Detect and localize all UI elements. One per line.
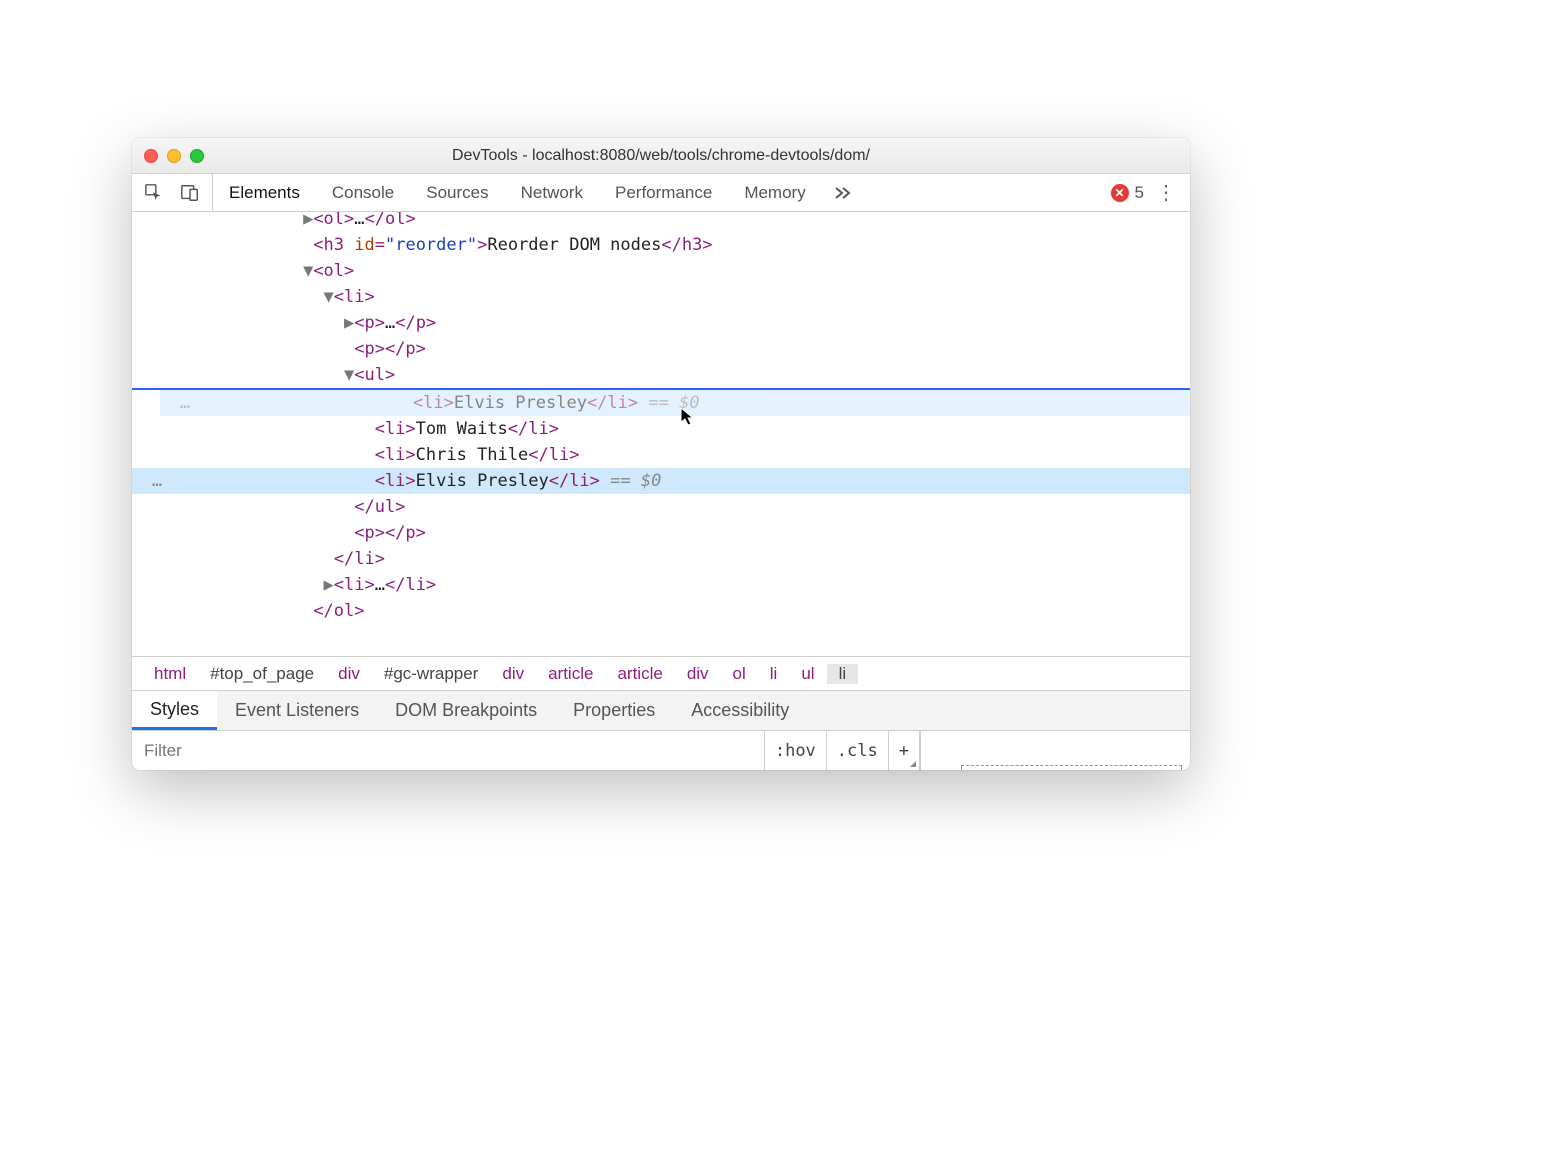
dom-row-selected[interactable]: … <li>Elvis Presley</li> == $0 xyxy=(132,468,1190,494)
panel-tabs: Elements Console Sources Network Perform… xyxy=(213,174,1097,211)
dom-row[interactable]: <p></p> xyxy=(132,520,1190,546)
minimize-window-button[interactable] xyxy=(167,149,181,163)
dom-row[interactable]: ▶<ol>…</ol> xyxy=(132,212,1190,232)
dom-row[interactable]: <li>Chris Thile</li> xyxy=(132,442,1190,468)
dom-row[interactable]: ▶<li>…</li> xyxy=(132,572,1190,598)
tab-sources[interactable]: Sources xyxy=(410,174,504,211)
subtab-accessibility[interactable]: Accessibility xyxy=(673,691,807,730)
subtab-event-listeners[interactable]: Event Listeners xyxy=(217,691,377,730)
sidebar-tabs: Styles Event Listeners DOM Breakpoints P… xyxy=(132,690,1190,730)
subtab-dom-breakpoints[interactable]: DOM Breakpoints xyxy=(377,691,555,730)
cls-toggle-button[interactable]: .cls xyxy=(827,731,889,770)
toolbar-left-group xyxy=(132,174,213,211)
close-window-button[interactable] xyxy=(144,149,158,163)
dom-breadcrumb: html #top_of_page div #gc-wrapper div ar… xyxy=(132,656,1190,690)
breadcrumb-item[interactable]: article xyxy=(605,664,674,684)
inspect-element-icon[interactable] xyxy=(144,183,164,203)
breadcrumb-item[interactable]: #gc-wrapper xyxy=(372,664,491,684)
breadcrumb-item[interactable]: html xyxy=(142,664,198,684)
settings-menu-icon[interactable]: ⋮ xyxy=(1156,180,1176,205)
tabs-overflow-icon[interactable] xyxy=(822,174,864,211)
row-actions-icon[interactable]: … xyxy=(144,468,170,494)
traffic-lights xyxy=(144,149,204,163)
breadcrumb-item[interactable]: #top_of_page xyxy=(198,664,326,684)
dom-tree-pane[interactable]: ▶<ol>…</ol> <h3 id="reorder">Reorder DOM… xyxy=(132,212,1190,656)
dom-row[interactable]: <li>Tom Waits</li> xyxy=(132,416,1190,442)
styles-toolbar: :hov .cls + xyxy=(132,730,1190,770)
dom-row[interactable]: <h3 id="reorder">Reorder DOM nodes</h3> xyxy=(132,232,1190,258)
dom-row[interactable]: </ul> xyxy=(132,494,1190,520)
error-icon: ✕ xyxy=(1111,184,1129,202)
breadcrumb-item[interactable]: div xyxy=(490,664,536,684)
subtab-styles[interactable]: Styles xyxy=(132,691,217,730)
main-toolbar: Elements Console Sources Network Perform… xyxy=(132,174,1190,212)
dom-row-dragging[interactable]: … <li>Elvis Presley</li> == $0 xyxy=(160,390,1190,416)
hov-toggle-button[interactable]: :hov xyxy=(765,731,827,770)
breadcrumb-item[interactable]: li xyxy=(758,664,790,684)
error-count-badge[interactable]: ✕ 5 xyxy=(1111,183,1144,203)
tab-memory[interactable]: Memory xyxy=(728,174,821,211)
error-count: 5 xyxy=(1135,183,1144,203)
dom-row[interactable]: ▼<li> xyxy=(132,284,1190,310)
dom-row[interactable]: <p></p> xyxy=(132,336,1190,362)
styles-filter-input[interactable] xyxy=(132,731,765,770)
device-toolbar-icon[interactable] xyxy=(180,183,200,203)
box-model-preview xyxy=(920,731,1190,770)
dom-row[interactable]: </ol> xyxy=(132,598,1190,624)
row-actions-icon[interactable]: … xyxy=(172,390,198,416)
tab-console[interactable]: Console xyxy=(316,174,410,211)
dom-row[interactable]: </li> xyxy=(132,546,1190,572)
devtools-window: DevTools - localhost:8080/web/tools/chro… xyxy=(132,138,1190,770)
tab-elements[interactable]: Elements xyxy=(213,174,316,211)
breadcrumb-item[interactable]: article xyxy=(536,664,605,684)
tab-performance[interactable]: Performance xyxy=(599,174,728,211)
tab-network[interactable]: Network xyxy=(505,174,599,211)
breadcrumb-item[interactable]: ul xyxy=(789,664,826,684)
subtab-properties[interactable]: Properties xyxy=(555,691,673,730)
window-titlebar: DevTools - localhost:8080/web/tools/chro… xyxy=(132,138,1190,174)
dom-row[interactable]: ▼<ol> xyxy=(132,258,1190,284)
toolbar-right-group: ✕ 5 ⋮ xyxy=(1097,180,1190,205)
breadcrumb-item[interactable]: div xyxy=(326,664,372,684)
dom-row[interactable]: ▼<ul> xyxy=(132,362,1190,388)
window-title: DevTools - localhost:8080/web/tools/chro… xyxy=(132,147,1190,165)
breadcrumb-item-selected[interactable]: li xyxy=(827,664,859,684)
breadcrumb-item[interactable]: div xyxy=(675,664,721,684)
zoom-window-button[interactable] xyxy=(190,149,204,163)
breadcrumb-item[interactable]: ol xyxy=(721,664,758,684)
new-style-rule-button[interactable]: + xyxy=(889,731,920,770)
dom-row[interactable]: ▶<p>…</p> xyxy=(132,310,1190,336)
